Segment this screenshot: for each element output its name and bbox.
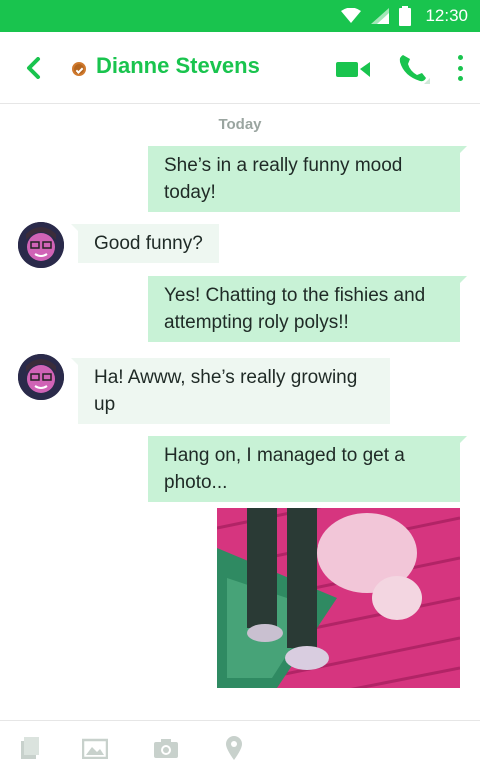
- location-pin-icon: [226, 736, 242, 760]
- contact-name[interactable]: Dianne Stevens: [96, 53, 260, 79]
- shared-photo[interactable]: [217, 508, 460, 688]
- back-button[interactable]: [20, 52, 48, 84]
- outgoing-message[interactable]: Hang on, I managed to get a photo...: [148, 436, 467, 502]
- location-button[interactable]: [221, 735, 247, 761]
- gallery-button[interactable]: [82, 735, 108, 761]
- date-divider: Today: [218, 116, 262, 133]
- avatar: [18, 222, 64, 268]
- back-arrow-icon: [27, 57, 40, 79]
- video-call-icon: [336, 62, 370, 77]
- incoming-message[interactable]: Good funny?: [71, 224, 219, 263]
- gallery-icon: [82, 738, 108, 759]
- camera-icon: [154, 739, 178, 758]
- phone-icon: [399, 55, 430, 84]
- avatar: [18, 354, 64, 400]
- more-vert-icon: [457, 55, 463, 60]
- file-icon: [21, 737, 39, 759]
- video-call-button[interactable]: [334, 56, 374, 82]
- outgoing-message[interactable]: Yes! Chatting to the fishies and attempt…: [148, 276, 467, 342]
- attach-file-button[interactable]: [16, 735, 42, 761]
- status-bar: 12:30: [0, 0, 480, 32]
- camera-button[interactable]: [153, 735, 179, 761]
- composer-toolbar: [0, 720, 480, 768]
- more-options-button[interactable]: [450, 52, 470, 84]
- voice-call-button[interactable]: [394, 50, 434, 90]
- avatar-photo: [18, 222, 64, 268]
- signal-icon: [371, 8, 390, 24]
- incoming-message[interactable]: Ha! Awww, she’s really growing up: [71, 358, 390, 424]
- conversation-header: Dianne Stevens: [0, 32, 480, 104]
- photo-image: [217, 508, 460, 688]
- presence-away-icon: [72, 62, 86, 76]
- outgoing-message[interactable]: She’s in a really funny mood today!: [148, 146, 467, 212]
- clock: 12:30: [425, 6, 468, 25]
- avatar-photo: [18, 354, 64, 400]
- wifi-icon: [341, 8, 362, 23]
- battery-icon: [399, 6, 412, 26]
- message-list[interactable]: Today She’s in a really funny mood today…: [0, 104, 480, 720]
